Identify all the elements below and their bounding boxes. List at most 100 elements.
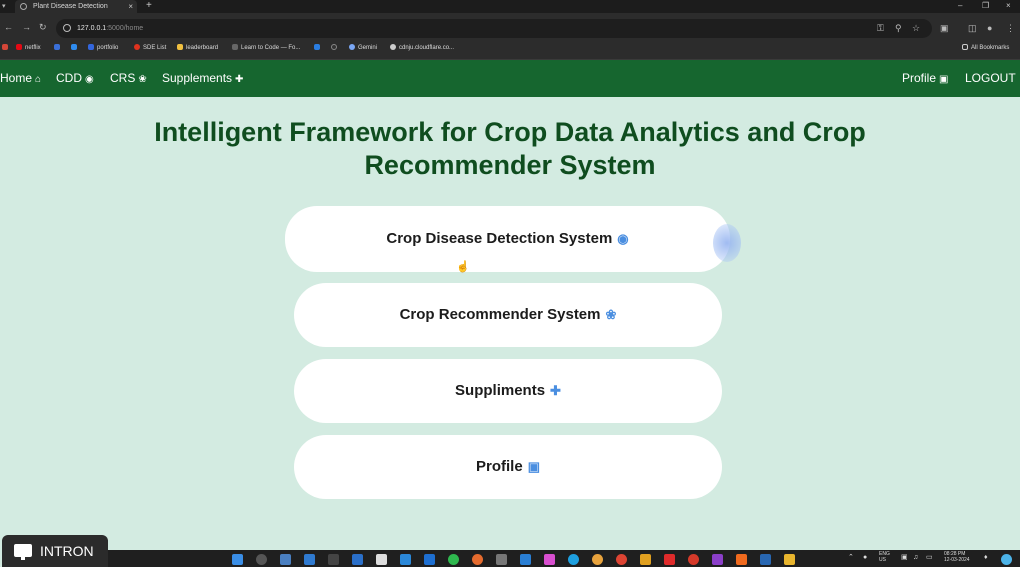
site-icon <box>314 44 320 50</box>
browser-tab[interactable]: Plant Disease Detection × <box>15 0 137 13</box>
back-icon[interactable]: ← <box>4 22 13 32</box>
bookmark-leaderboard[interactable]: leaderboard <box>177 41 218 56</box>
nav-cdd-label: CDD <box>56 71 82 85</box>
bookmark-icon-only[interactable] <box>314 41 323 56</box>
vscode-icon[interactable] <box>520 554 531 565</box>
folder-icon <box>962 44 968 50</box>
app-icon[interactable] <box>424 554 435 565</box>
crop-recommender-button[interactable]: Crop Recommender System ❀ <box>294 283 722 347</box>
leaf-icon: ❀ <box>605 307 617 322</box>
browser-menu-icon[interactable]: ⋮ <box>1006 23 1015 33</box>
close-tab-icon[interactable]: × <box>128 0 133 13</box>
tab-search-icon[interactable]: ▾ <box>2 0 6 13</box>
url-path: :5000/home <box>106 25 144 32</box>
forward-icon[interactable]: → <box>22 22 31 32</box>
camera-icon: ◉ <box>617 231 629 246</box>
click-ripple <box>713 224 741 262</box>
nav-cdd[interactable]: CDD ◉ <box>56 60 94 98</box>
bookmark-gemini[interactable]: Gemini <box>349 41 377 56</box>
password-key-icon[interactable]: ⚿ <box>877 23 884 33</box>
nav-profile[interactable]: Profile ▣ <box>902 60 948 98</box>
volume-icon[interactable]: ♫ <box>913 554 918 561</box>
bookmark-star-icon[interactable]: ☆ <box>912 23 920 33</box>
side-panel-icon[interactable]: ◫ <box>968 23 977 33</box>
restore-icon[interactable]: ❐ <box>982 0 989 12</box>
card-label: Suppliments <box>455 382 546 399</box>
edge-icon[interactable] <box>568 554 579 565</box>
monitor-app-icon[interactable] <box>304 554 315 565</box>
camera-icon: ◉ <box>85 74 94 85</box>
badge-label: INTRON <box>40 543 94 559</box>
gmail-bookmark[interactable] <box>2 41 11 56</box>
nav-profile-label: Profile <box>902 71 937 85</box>
linkedin-icon[interactable] <box>760 554 771 565</box>
os-taskbar: ⌃ ● ENG US ▣ ♫ ▭ 08:28 PM 12-03-2024 ♦ <box>108 550 1020 567</box>
bookmark-portfolio[interactable]: portfolio <box>88 41 118 56</box>
file-explorer-icon[interactable] <box>784 554 795 565</box>
bookmark-netflix[interactable]: netflix <box>16 41 41 56</box>
notification-bell-icon[interactable]: ♦ <box>984 554 988 561</box>
zoom-icon[interactable]: ⚲ <box>895 23 902 33</box>
network-icon[interactable]: ▣ <box>901 554 908 561</box>
extensions-icon[interactable]: ▣ <box>940 23 949 33</box>
firefox-icon[interactable] <box>472 554 483 565</box>
browser-tab-strip: ▾ Plant Disease Detection × + – ❐ × <box>0 0 1020 13</box>
bookmark-icon-only[interactable] <box>54 41 63 56</box>
site-info-icon[interactable] <box>63 24 71 32</box>
bookmark-cdnjs[interactable]: cdnju.cloudflare.co... <box>390 41 454 56</box>
netflix-icon <box>16 44 22 50</box>
nav-home[interactable]: Home ⌂ <box>0 60 41 98</box>
terminal-icon[interactable] <box>328 554 339 565</box>
store-icon[interactable] <box>352 554 363 565</box>
language-indicator[interactable]: ENG US <box>879 551 890 563</box>
app-icon[interactable] <box>712 554 723 565</box>
nav-supplements[interactable]: Supplements ✚ <box>162 60 243 98</box>
app-icon[interactable] <box>544 554 555 565</box>
suppliments-button[interactable]: Suppliments ✚ <box>294 359 722 423</box>
app-icon[interactable] <box>400 554 411 565</box>
chrome-icon[interactable] <box>592 554 603 565</box>
clock[interactable]: 08:28 PM 12-03-2024 <box>944 551 970 563</box>
start-icon[interactable] <box>232 554 243 565</box>
new-tab-icon[interactable]: + <box>146 0 152 12</box>
doc-icon <box>88 44 94 50</box>
nav-crs[interactable]: CRS ❀ <box>110 60 147 98</box>
sde-icon <box>134 44 140 50</box>
battery-icon[interactable]: ▭ <box>926 554 933 561</box>
mail-app-icon[interactable] <box>280 554 291 565</box>
bookmark-learn-to-code[interactable]: Learn to Code — Fo... <box>232 41 300 56</box>
app-icon[interactable] <box>496 554 507 565</box>
app-icon[interactable] <box>688 554 699 565</box>
nav-crs-label: CRS <box>110 71 136 85</box>
profile-avatar-icon[interactable]: ● <box>987 23 992 33</box>
chrome-icon[interactable] <box>616 554 627 565</box>
nav-logout[interactable]: LOGOUT <box>965 60 1016 97</box>
address-bar[interactable]: 127.0.0.1:5000/home <box>56 19 932 38</box>
nav-supplements-label: Supplements <box>162 71 233 85</box>
bookmark-label: portfolio <box>97 45 119 51</box>
notepad-icon[interactable] <box>376 554 387 565</box>
brave-icon[interactable] <box>736 554 747 565</box>
minimize-icon[interactable]: – <box>958 0 962 12</box>
card-label: Crop Recommender System <box>399 306 601 323</box>
bookmark-icon-only[interactable] <box>71 41 80 56</box>
id-card-icon: ▣ <box>527 459 540 474</box>
reload-icon[interactable]: ↻ <box>39 22 47 32</box>
search-icon[interactable] <box>256 554 267 565</box>
copilot-icon[interactable] <box>1001 554 1012 565</box>
gemini-icon <box>349 44 355 50</box>
bookmark-icon-only[interactable] <box>331 41 340 56</box>
crop-disease-detection-button[interactable]: Crop Disease Detection System ◉ <box>285 206 730 272</box>
whatsapp-icon[interactable] <box>448 554 459 565</box>
microphone-icon[interactable]: ● <box>863 554 867 561</box>
site-icon <box>54 44 60 50</box>
close-window-icon[interactable]: × <box>1006 0 1011 12</box>
profile-button[interactable]: Profile ▣ <box>294 435 722 499</box>
app-icon[interactable] <box>640 554 651 565</box>
all-bookmarks[interactable]: All Bookmarks <box>962 41 1009 56</box>
youtube-icon[interactable] <box>664 554 675 565</box>
tray-chevron-icon[interactable]: ⌃ <box>848 554 854 561</box>
bookmark-sde-list[interactable]: SDE List <box>134 41 166 56</box>
bookmark-label: Gemini <box>358 45 378 51</box>
card-label: Profile <box>476 458 523 475</box>
